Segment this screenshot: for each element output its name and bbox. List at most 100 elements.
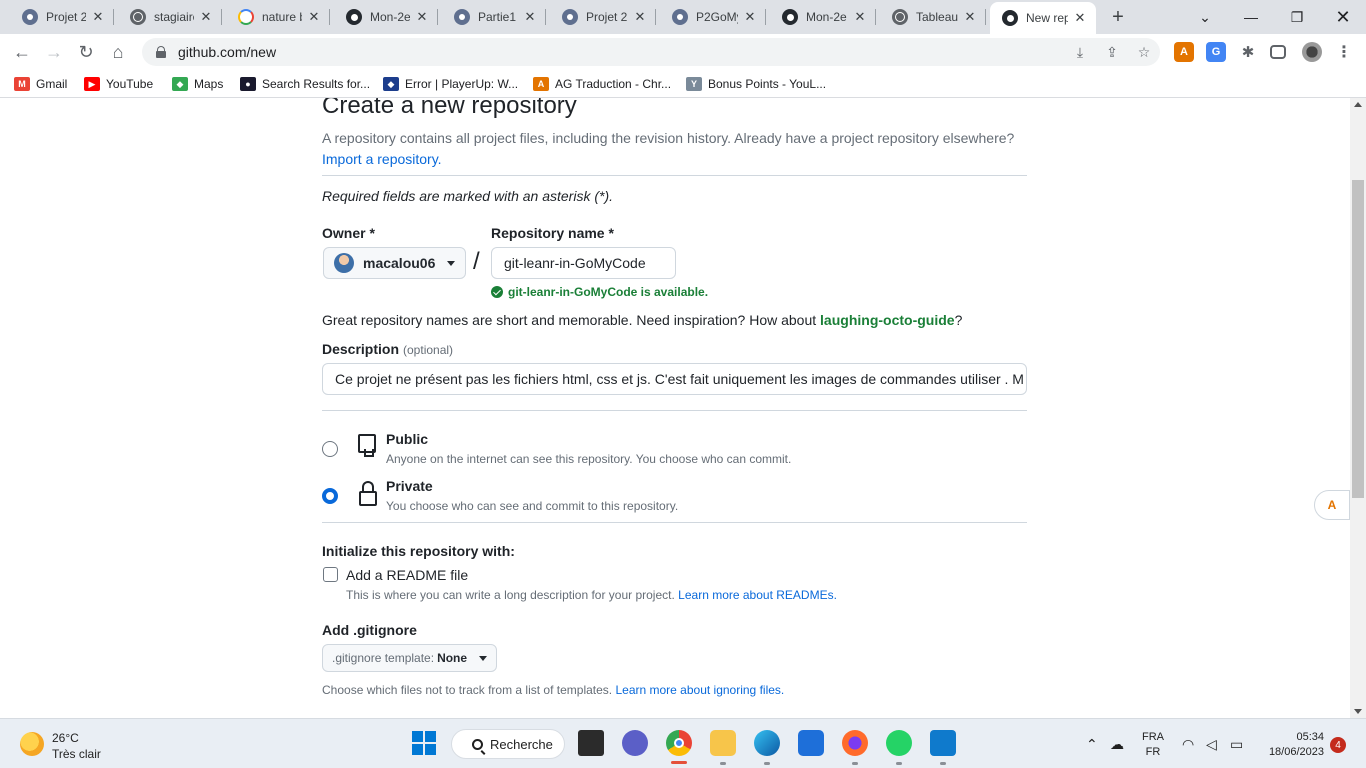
google-translate-icon[interactable]: G — [1206, 42, 1226, 62]
minimize-button[interactable]: — — [1228, 0, 1274, 34]
restore-button[interactable]: ❐ — [1274, 0, 1320, 34]
browser-tab[interactable]: nature b ✕ — [226, 0, 330, 34]
side-panel-icon[interactable] — [1270, 45, 1286, 59]
close-tab-icon[interactable]: ✕ — [198, 9, 214, 25]
close-tab-icon[interactable]: ✕ — [90, 9, 106, 25]
bookmark-item[interactable]: ▶ YouTube — [84, 75, 153, 93]
description-input[interactable]: Ce projet ne présent pas les fichiers ht… — [322, 363, 1027, 395]
file-explorer-icon[interactable] — [710, 730, 736, 756]
bookmark-item[interactable]: ◆ Maps — [172, 75, 223, 93]
start-windows-icon[interactable] — [411, 730, 437, 756]
scroll-thumb[interactable] — [1352, 180, 1364, 498]
chrome-menu-icon[interactable]: ⋮ — [1334, 42, 1354, 62]
ghost-icon — [672, 9, 688, 25]
battery-icon[interactable]: ▭ — [1230, 719, 1243, 768]
bookmark-label: Maps — [194, 77, 224, 91]
bookmark-item[interactable]: ● Search Results for... — [240, 75, 370, 93]
browser-tab[interactable]: Projet 2 ✕ — [10, 0, 114, 34]
bookmark-favicon-icon: Y — [686, 77, 702, 91]
new-tab-button[interactable]: + — [1104, 5, 1132, 29]
microsoft-store-icon[interactable] — [798, 730, 824, 756]
tab-separator — [329, 9, 330, 25]
browser-tab[interactable]: Projet 2 ✕ — [550, 0, 656, 34]
close-window-button[interactable]: ✕ — [1320, 0, 1366, 34]
install-icon[interactable]: ⤓ — [1072, 44, 1088, 60]
import-repository-link[interactable]: Import a repository. — [322, 151, 442, 167]
close-tab-icon[interactable]: ✕ — [1072, 10, 1088, 26]
profile-avatar[interactable] — [1302, 42, 1322, 62]
public-title: Public — [386, 431, 429, 447]
task-view-icon[interactable] — [578, 730, 604, 756]
translate-extension-icon[interactable]: A — [1174, 42, 1194, 62]
back-button[interactable]: ← — [8, 38, 36, 66]
close-tab-icon[interactable]: ✕ — [306, 9, 322, 25]
lock-icon — [358, 481, 378, 506]
explorer-open-indicator — [720, 762, 726, 765]
input-language[interactable]: FRA FR — [1142, 730, 1164, 760]
notification-badge[interactable]: 4 — [1330, 737, 1346, 753]
bookmark-item[interactable]: M Gmail — [14, 75, 67, 93]
gitignore-template-dropdown[interactable]: .gitignore template: None — [322, 644, 497, 672]
floating-translate-icon[interactable]: A — [1314, 490, 1350, 520]
scroll-down-arrow-icon[interactable] — [1354, 709, 1362, 714]
browser-tab[interactable]: New rep ✕ — [990, 2, 1096, 34]
home-button[interactable]: ⌂ — [104, 38, 132, 66]
weather-temperature[interactable]: 26°C — [52, 731, 79, 745]
wifi-icon[interactable]: ◠ — [1182, 719, 1194, 768]
teams-chat-icon[interactable] — [622, 730, 648, 756]
suggested-name-link[interactable]: laughing-octo-guide — [820, 312, 955, 328]
close-tab-icon[interactable]: ✕ — [632, 9, 648, 25]
close-tab-icon[interactable]: ✕ — [522, 9, 538, 25]
bookmark-favicon-icon: ◆ — [172, 77, 188, 91]
private-radio[interactable] — [322, 488, 338, 504]
browser-tab[interactable]: Mon-2e ✕ — [770, 0, 876, 34]
search-icon — [472, 738, 483, 750]
reload-button[interactable]: ↻ — [72, 38, 100, 66]
forward-button[interactable]: → — [40, 38, 68, 66]
readme-label[interactable]: Add a README file — [346, 567, 468, 583]
weather-sun-icon[interactable] — [20, 732, 44, 756]
public-radio[interactable] — [322, 441, 338, 457]
page-scrollbar[interactable] — [1350, 98, 1366, 718]
vscode-icon[interactable] — [930, 730, 956, 756]
bookmark-star-icon[interactable]: ☆ — [1136, 44, 1152, 60]
close-tab-icon[interactable]: ✕ — [742, 9, 758, 25]
chrome-icon[interactable] — [666, 730, 692, 756]
ghost-icon — [454, 9, 470, 25]
tab-separator — [655, 9, 656, 25]
show-hidden-icons-chevron-icon[interactable]: ⌃ — [1086, 719, 1098, 768]
whatsapp-icon[interactable] — [886, 730, 912, 756]
readme-checkbox[interactable] — [323, 567, 338, 582]
gitignore-learn-more-link[interactable]: Learn more about ignoring files. — [615, 683, 784, 697]
browser-tab[interactable]: stagiaire ✕ — [118, 0, 222, 34]
browser-tab[interactable]: P2GoMy ✕ — [660, 0, 766, 34]
firefox-icon[interactable] — [842, 730, 868, 756]
owner-dropdown[interactable]: macalou06 — [323, 247, 466, 279]
tab-search-button[interactable]: ⌄ — [1182, 0, 1228, 34]
bookmark-item[interactable]: ◆ Error | PlayerUp: W... — [383, 75, 518, 93]
extensions-puzzle-icon[interactable]: ✱ — [1238, 42, 1258, 62]
scroll-up-arrow-icon[interactable] — [1354, 102, 1362, 107]
edge-icon[interactable] — [754, 730, 780, 756]
close-tab-icon[interactable]: ✕ — [852, 9, 868, 25]
volume-icon[interactable]: ◁ — [1206, 719, 1217, 768]
close-tab-icon[interactable]: ✕ — [962, 9, 978, 25]
bookmark-item[interactable]: A AG Traduction - Chr... — [533, 75, 671, 93]
bookmark-item[interactable]: Y Bonus Points - YouL... — [686, 75, 826, 93]
readme-learn-more-link[interactable]: Learn more about READMEs. — [678, 588, 837, 602]
bookmark-favicon-icon: M — [14, 77, 30, 91]
browser-tab[interactable]: Tableau ✕ — [880, 0, 986, 34]
taskbar-search[interactable]: Recherche — [451, 729, 565, 759]
system-clock[interactable]: 05:34 18/06/2023 — [1252, 730, 1324, 760]
share-icon[interactable]: ⇪ — [1104, 44, 1120, 60]
browser-tab[interactable]: Partie1 c ✕ — [442, 0, 546, 34]
repository-name-input[interactable]: git-leanr-in-GoMyCode — [491, 247, 676, 279]
intro-text: A repository contains all project files,… — [322, 128, 1028, 170]
description-label-text: Description — [322, 341, 400, 357]
address-bar[interactable]: github.com/new ⤓ ⇪ ☆ — [142, 38, 1160, 66]
close-tab-icon[interactable]: ✕ — [414, 9, 430, 25]
lock-icon[interactable] — [156, 46, 166, 58]
browser-tab[interactable]: Mon-2e ✕ — [334, 0, 438, 34]
weather-description[interactable]: Très clair — [52, 747, 101, 761]
onedrive-cloud-icon[interactable]: ☁ — [1110, 719, 1124, 768]
